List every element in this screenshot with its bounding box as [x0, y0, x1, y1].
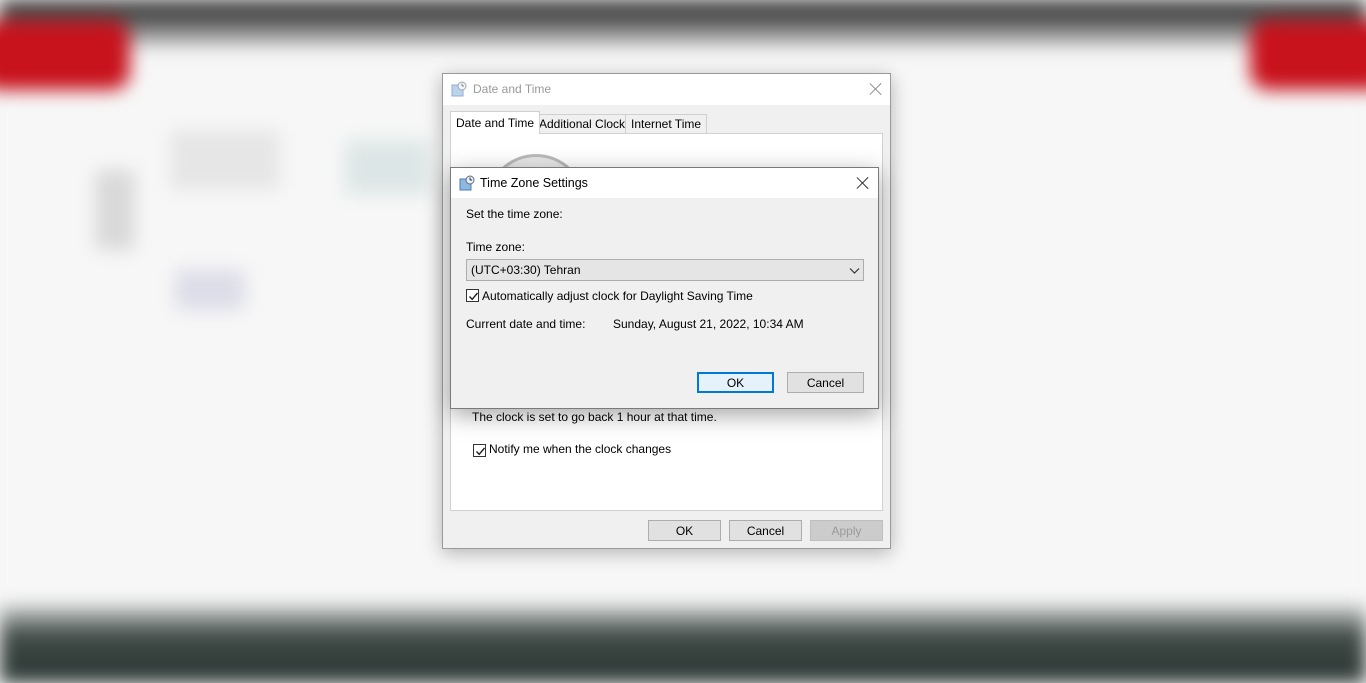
auto-dst-checkbox[interactable] [466, 289, 479, 302]
checkmark-icon [475, 447, 486, 456]
time-zone-titlebar[interactable]: Time Zone Settings [451, 168, 878, 198]
close-icon[interactable] [855, 175, 871, 191]
date-time-titlebar[interactable]: Date and Time [443, 74, 890, 105]
notify-label: Notify me when the clock changes [489, 442, 672, 456]
tab-additional-clocks[interactable]: Additional Clocks [533, 114, 638, 133]
checkmark-icon [468, 292, 479, 301]
auto-dst-label: Automatically adjust clock for Daylight … [482, 289, 753, 303]
clock-globe-icon [451, 81, 467, 97]
apply-button[interactable]: Apply [810, 520, 883, 541]
close-icon[interactable] [868, 81, 884, 97]
ok-button[interactable]: OK [697, 372, 774, 393]
instruction-text: Set the time zone: [466, 207, 563, 221]
window-title: Date and Time [473, 82, 552, 96]
cancel-button[interactable]: Cancel [787, 372, 864, 393]
chevron-down-icon [849, 265, 860, 276]
dst-info-text: The clock is set to go back 1 hour at th… [472, 410, 717, 424]
clock-globe-icon [459, 175, 475, 191]
current-datetime-label: Current date and time: [466, 317, 586, 331]
cancel-button[interactable]: Cancel [729, 520, 802, 541]
time-zone-value: (UTC+03:30) Tehran [471, 263, 581, 277]
time-zone-label: Time zone: [466, 240, 525, 254]
ok-button[interactable]: OK [648, 520, 721, 541]
notify-checkbox[interactable] [473, 444, 486, 457]
current-datetime-value: Sunday, August 21, 2022, 10:34 AM [613, 317, 804, 331]
dialog-title: Time Zone Settings [480, 176, 588, 190]
time-zone-dialog: Time Zone Settings Set the time zone: Ti… [450, 167, 879, 409]
tab-internet-time[interactable]: Internet Time [625, 114, 708, 133]
time-zone-select[interactable]: (UTC+03:30) Tehran [466, 259, 864, 281]
tab-date-and-time[interactable]: Date and Time [450, 111, 541, 134]
